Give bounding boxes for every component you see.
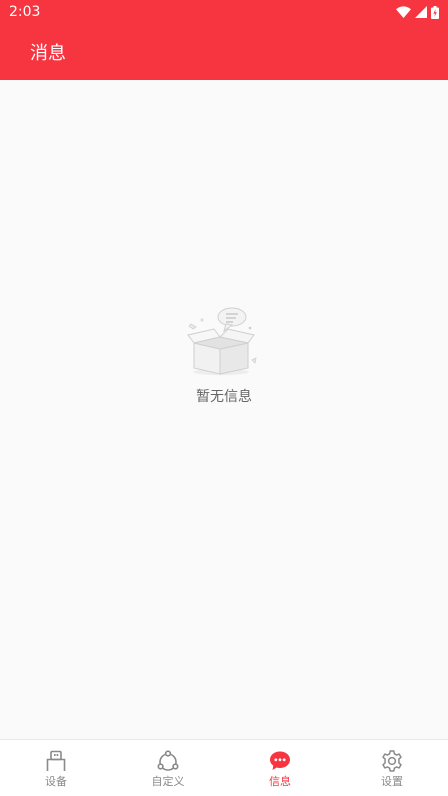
empty-box-icon <box>187 307 257 376</box>
status-bar: 2:03 <box>0 0 448 24</box>
nav-label-device: 设备 <box>45 775 67 788</box>
nav-item-device[interactable]: 设备 <box>0 740 112 796</box>
status-time: 2:03 <box>9 4 41 20</box>
gear-icon <box>382 750 402 772</box>
nav-label-custom: 自定义 <box>151 775 185 788</box>
battery-icon <box>431 5 439 19</box>
app-bar: 消息 <box>0 24 448 80</box>
page-title: 消息 <box>30 43 66 64</box>
wifi-icon <box>396 6 411 18</box>
message-icon <box>270 751 290 770</box>
empty-state: 暂无信息 <box>0 306 448 406</box>
nav-item-settings[interactable]: 设置 <box>336 740 448 796</box>
signal-icon <box>415 6 427 18</box>
message-list-area: 暂无信息 <box>0 80 448 739</box>
nav-label-settings: 设置 <box>381 775 403 788</box>
nav-label-message: 信息 <box>269 775 291 788</box>
nav-item-message[interactable]: 信息 <box>224 740 336 796</box>
custom-icon <box>157 750 179 771</box>
status-icons <box>396 5 439 19</box>
nav-item-custom[interactable]: 自定义 <box>112 740 224 796</box>
bottom-nav: 设备 自定义 信息 设置 <box>0 739 448 796</box>
empty-state-text: 暂无信息 <box>196 389 252 405</box>
device-icon <box>46 750 66 771</box>
